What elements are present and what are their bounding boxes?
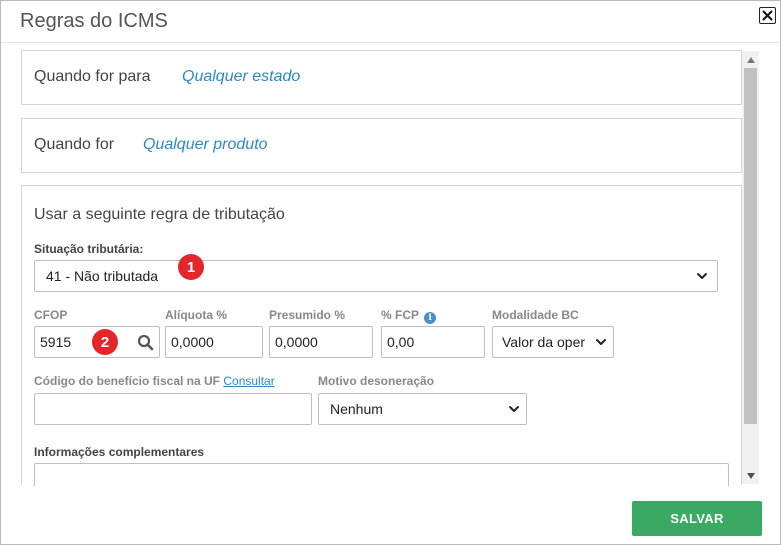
beneficio-label: Código do benefício fiscal na UF <box>34 374 221 388</box>
triangle-down-icon <box>746 472 755 479</box>
fcp-input[interactable]: 0,00 <box>381 326 485 358</box>
title-divider <box>1 42 781 43</box>
consultar-link[interactable]: Consultar <box>223 374 274 388</box>
presumido-value: 0,0000 <box>275 334 318 350</box>
presumido-input[interactable]: 0,0000 <box>269 326 373 358</box>
situacao-label: Situação tributária: <box>34 242 144 256</box>
cfop-value: 5915 <box>40 334 72 350</box>
modalidade-label: Modalidade BC <box>492 308 579 322</box>
content-scrollbar[interactable] <box>742 51 759 484</box>
fcp-label-wrap: % FCP i <box>381 308 437 324</box>
motivo-label: Motivo desoneração <box>318 374 435 388</box>
beneficio-input[interactable] <box>34 393 312 425</box>
motivo-select[interactable]: Nenhum <box>318 393 527 425</box>
cfop-label: CFOP <box>34 308 68 322</box>
info-icon[interactable]: i <box>424 312 437 324</box>
destination-condition-label: Quando for para <box>34 68 151 85</box>
chevron-down-icon <box>509 406 519 412</box>
product-condition-link[interactable]: Qualquer produto <box>143 136 268 154</box>
aliquota-value: 0,0000 <box>171 334 214 350</box>
search-icon[interactable] <box>137 334 154 351</box>
info-complementares-label: Informações complementares <box>34 445 205 459</box>
situacao-value: 41 - Não tributada <box>46 268 159 284</box>
beneficio-label-wrap: Código do benefício fiscal na UF Consult… <box>34 374 275 388</box>
icms-rules-dialog: Regras do ICMS Quando for para Qualquer … <box>0 0 781 545</box>
chevron-down-icon <box>596 339 606 345</box>
fcp-label: % FCP <box>381 308 419 322</box>
modalidade-select[interactable]: Valor da oper <box>492 326 614 358</box>
fcp-value: 0,00 <box>387 334 415 350</box>
close-icon <box>762 10 773 21</box>
step-badge-2: 2 <box>92 329 118 355</box>
save-button[interactable]: SALVAR <box>632 501 762 536</box>
destination-condition-link[interactable]: Qualquer estado <box>182 68 300 86</box>
scroll-down-button[interactable] <box>742 467 759 484</box>
info-complementares-textarea[interactable] <box>34 463 729 486</box>
tax-rule-title: Usar a seguinte regra de tributação <box>34 206 285 223</box>
destination-condition-panel: Quando for para Qualquer estado <box>21 50 742 105</box>
aliquota-label: Alíquota % <box>165 308 227 322</box>
step-badge-1: 1 <box>178 254 204 280</box>
close-button[interactable] <box>759 7 776 24</box>
scroll-up-button[interactable] <box>742 51 759 68</box>
aliquota-input[interactable]: 0,0000 <box>165 326 263 358</box>
presumido-label: Presumido % <box>269 308 346 322</box>
tax-rule-panel: Usar a seguinte regra de tributação Situ… <box>21 185 742 486</box>
product-condition-panel: Quando for Qualquer produto <box>21 118 742 173</box>
dialog-title: Regras do ICMS <box>20 10 168 32</box>
chevron-down-icon <box>697 273 707 279</box>
situacao-select[interactable]: 41 - Não tributada <box>34 260 718 292</box>
triangle-up-icon <box>746 56 755 63</box>
modalidade-value: Valor da oper <box>502 334 586 350</box>
product-condition-label: Quando for <box>34 136 115 153</box>
scroll-thumb[interactable] <box>744 68 757 424</box>
motivo-value: Nenhum <box>330 401 383 417</box>
